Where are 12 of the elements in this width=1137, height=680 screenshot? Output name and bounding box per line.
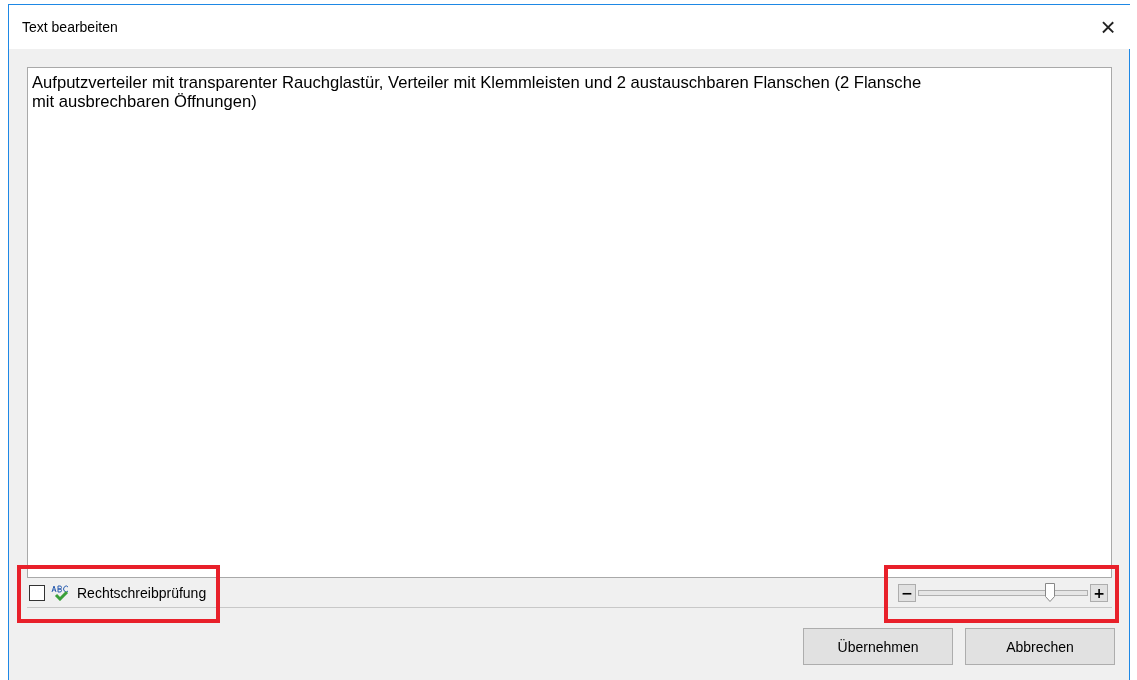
dialog-button[interactable]: Abbrechen xyxy=(965,628,1115,665)
text-input-field[interactable]: Aufputzverteiler mit transparenter Rauchglastür, Verteiler mit Klemmleisten und 2 austauschbaren Flanschen (2 Flansche mit ausbrechbaren Öffnungen) xyxy=(27,67,1112,578)
spellcheck-icon xyxy=(51,584,71,601)
zoom-in-button[interactable]: + xyxy=(1090,583,1108,602)
text-line: Aufputzverteiler mit transparenter Rauchglastür, Verteiler mit Klemmleisten und 2 austauschbaren Flanschen (2 Flansche xyxy=(32,73,923,92)
spellcheck-label: Rechtschreibprüfung xyxy=(77,584,207,601)
text-line: mit ausbrechbaren Öffnungen) xyxy=(32,92,258,111)
slider-thumb[interactable] xyxy=(1045,582,1056,602)
window-title: Text bearbeiten xyxy=(22,19,119,35)
dialog-button[interactable]: Übernehmen xyxy=(803,628,953,665)
spellcheck-checkbox[interactable] xyxy=(29,584,45,601)
zoom-out-button[interactable]: − xyxy=(898,583,916,602)
